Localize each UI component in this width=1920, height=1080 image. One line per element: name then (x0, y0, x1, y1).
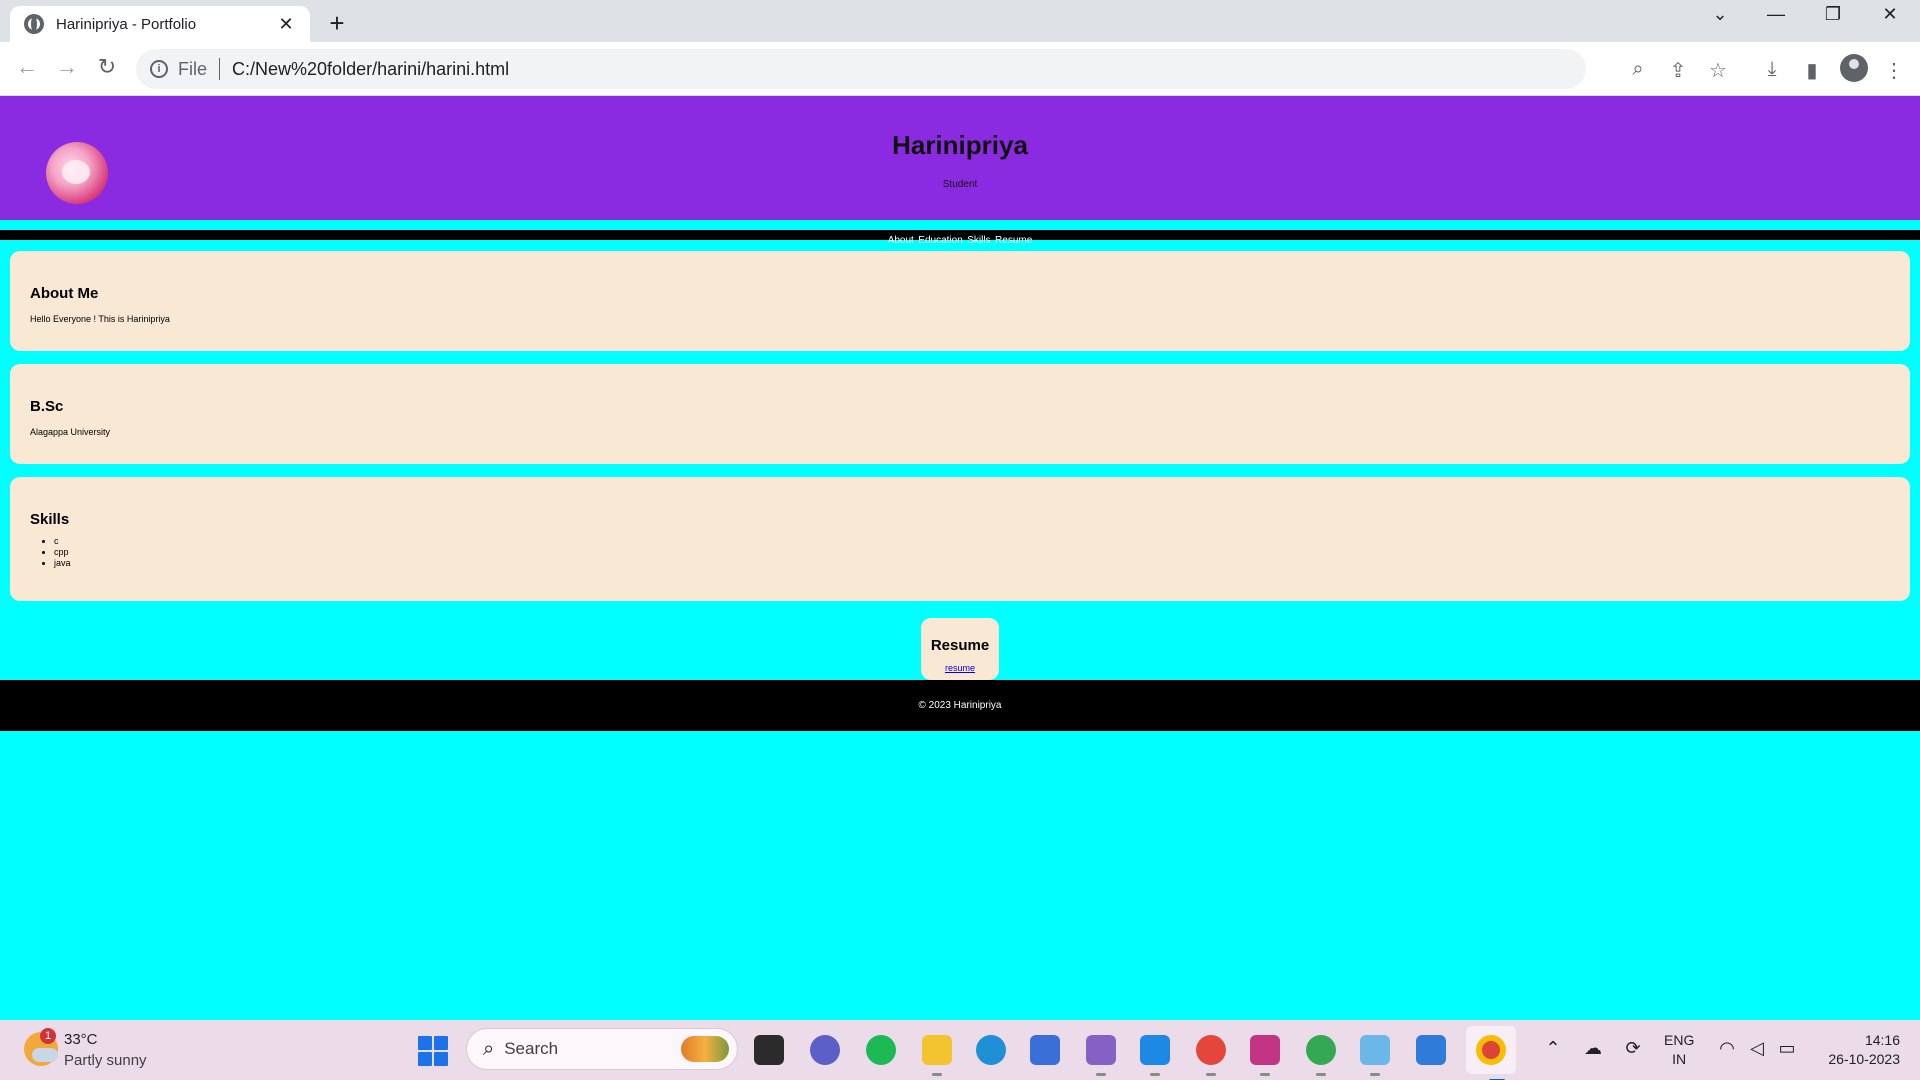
battery-icon[interactable]: ▭ (1774, 1038, 1800, 1059)
address-bar[interactable]: i File C:/New%20folder/harini/harini.htm… (136, 49, 1727, 89)
browser-tab[interactable]: Harinipriya - Portfolio ✕ (10, 6, 310, 42)
search-label: Search (504, 1039, 559, 1058)
teams-chat-icon[interactable] (810, 1035, 840, 1065)
close-window-button[interactable]: ✕ (1870, 4, 1910, 25)
edge-icon[interactable] (976, 1035, 1006, 1065)
skill-item: cpp (54, 547, 1890, 558)
skills-section: Skills c cpp java (10, 477, 1910, 601)
taskbar-search-box[interactable]: ⌕ Search (466, 1028, 738, 1070)
close-tab-icon[interactable]: ✕ (276, 14, 296, 35)
bookmark-star-icon[interactable]: ☆ (1706, 58, 1730, 83)
address-url[interactable]: C:/New%20folder/harini/harini.html (232, 59, 509, 80)
footer-text: © 2023 Harinipriya (918, 700, 1002, 711)
resume-heading: Resume (930, 637, 990, 654)
show-hidden-icons-chevron-icon[interactable]: ⌃ (1540, 1038, 1566, 1059)
language-code: ENG (1664, 1032, 1695, 1048)
windows-logo-tile (434, 1052, 448, 1066)
onedrive-cloud-icon[interactable]: ☁ (1580, 1038, 1606, 1059)
windows-logo-tile (418, 1052, 432, 1066)
region-code: IN (1672, 1051, 1687, 1067)
browser-toolbar: ← → ↻ i File C:/New%20folder/harini/hari… (0, 42, 1920, 96)
forward-icon[interactable]: → (52, 54, 82, 80)
site-subtitle: Student (942, 179, 978, 190)
chrome-profile-h-icon[interactable] (1306, 1035, 1336, 1076)
weather-badge: 1 (40, 1028, 56, 1044)
web-page: Harinipriya Student About Education Skil… (0, 96, 1920, 1020)
restore-button[interactable]: ❐ (1813, 4, 1853, 25)
address-scheme: File (178, 58, 208, 79)
windows-logo-tile (418, 1036, 432, 1050)
windows-taskbar: 1 33°C Partly sunny ⌕ Search ⌃ ☁ ⟳ ENG I… (0, 1020, 1920, 1080)
vscode-icon[interactable] (1140, 1035, 1170, 1076)
education-heading: B.Sc (30, 398, 64, 415)
search-highlight-image (681, 1036, 729, 1062)
about-heading: About Me (30, 285, 99, 302)
site-footer: © 2023 Harinipriya (0, 680, 1920, 731)
file-explorer-icon[interactable] (922, 1035, 952, 1076)
about-text: Hello Everyone ! This is Harinipriya (30, 314, 170, 324)
education-text: Alagappa University (30, 427, 111, 437)
new-tab-button[interactable]: + (322, 8, 352, 39)
education-section: B.Sc Alagappa University (10, 364, 1910, 464)
tab-search-icon[interactable]: ⌄ (1700, 4, 1740, 25)
zoom-icon[interactable]: ⌕ (1626, 58, 1650, 81)
windows-logo-tile (434, 1036, 448, 1050)
about-section: About Me Hello Everyone ! This is Harini… (10, 251, 1910, 351)
tab-title: Harinipriya - Portfolio (56, 15, 197, 33)
nav-about-link[interactable]: About (888, 235, 914, 246)
globe-icon (24, 14, 44, 34)
skills-list: c cpp java (30, 536, 1890, 569)
site-title: Harinipriya (892, 130, 1028, 160)
side-panel-icon[interactable]: ▮ (1798, 58, 1826, 83)
wifi-icon[interactable]: ◠ (1714, 1038, 1740, 1059)
task-view-icon[interactable] (754, 1035, 784, 1065)
spotify-icon[interactable] (866, 1035, 896, 1065)
nav-skills-link[interactable]: Skills (967, 235, 990, 246)
profile-avatar-icon[interactable] (1840, 54, 1868, 82)
more-menu-icon[interactable]: ⋮ (1880, 58, 1908, 83)
search-icon: ⌕ (483, 1037, 495, 1060)
sync-icon[interactable]: ⟳ (1620, 1038, 1646, 1059)
clock-time: 14:16 (1864, 1032, 1900, 1048)
microsoft-store-icon[interactable] (1030, 1035, 1060, 1065)
share-icon[interactable]: ⇪ (1666, 58, 1690, 83)
skill-item: c (54, 536, 1890, 547)
info-icon[interactable]: i (150, 60, 168, 78)
address-separator (219, 58, 221, 80)
start-button[interactable] (418, 1036, 448, 1066)
browser-tab-bar: Harinipriya - Portfolio ✕ + ⌄ — ❐ ✕ (0, 0, 1920, 42)
skill-item: java (54, 558, 1890, 569)
weather-temperature[interactable]: 33°C (64, 1031, 98, 1048)
visual-studio-icon[interactable] (1086, 1035, 1116, 1076)
minimize-button[interactable]: — (1756, 4, 1796, 25)
back-icon[interactable]: ← (12, 54, 42, 80)
nav-education-link[interactable]: Education (918, 235, 962, 246)
chrome-icon[interactable] (1476, 1035, 1506, 1080)
reload-icon[interactable]: ↻ (92, 54, 122, 80)
language-indicator[interactable]: ENG IN (1664, 1031, 1694, 1069)
download-icon[interactable]: ⤓ (1758, 58, 1786, 81)
paint-icon[interactable] (1360, 1035, 1390, 1076)
chrome-profile-a-icon[interactable] (1196, 1035, 1226, 1076)
canva-icon[interactable] (1250, 1035, 1280, 1076)
resume-section: Resume resume (921, 618, 999, 680)
volume-icon[interactable]: ◁ (1744, 1038, 1770, 1059)
nav-resume-link[interactable]: Resume (995, 235, 1032, 246)
clock-date: 26-10-2023 (1828, 1051, 1900, 1067)
site-header: Harinipriya Student (0, 96, 1920, 220)
site-nav: About Education Skills Resume (0, 230, 1920, 246)
resume-link[interactable]: resume (921, 663, 999, 673)
system-clock[interactable]: 14:16 26-10-2023 (1816, 1031, 1900, 1069)
weather-description[interactable]: Partly sunny (64, 1052, 147, 1069)
skills-heading: Skills (30, 511, 70, 528)
photos-icon[interactable] (1416, 1035, 1446, 1065)
